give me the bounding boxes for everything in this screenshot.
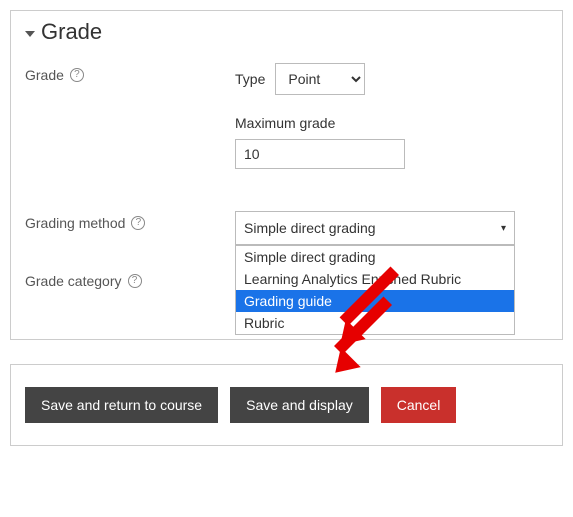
help-icon[interactable]: ? <box>70 68 84 82</box>
grade-type-label: Type <box>235 71 265 87</box>
grade-fields: Type Point Maximum grade <box>235 63 548 189</box>
chevron-down-icon: ▾ <box>501 223 506 234</box>
grade-max-label: Maximum grade <box>235 115 548 131</box>
grade-category-label: Grade category <box>25 273 122 289</box>
grading-method-option[interactable]: Learning Analytics Enriched Rubric <box>236 268 514 290</box>
save-return-button[interactable]: Save and return to course <box>25 387 218 423</box>
grading-method-select-group: Simple direct grading ▾ Simple direct gr… <box>235 211 515 245</box>
grade-type-field: Type Point <box>235 63 548 95</box>
grading-method-option[interactable]: Rubric <box>236 312 514 334</box>
grading-method-option[interactable]: Simple direct grading <box>236 246 514 268</box>
grading-method-select[interactable]: Simple direct grading ▾ <box>235 211 515 245</box>
grade-section: Grade Grade ? Type Point Maximum grade G… <box>10 10 563 340</box>
save-display-button[interactable]: Save and display <box>230 387 369 423</box>
section-title: Grade <box>41 19 102 45</box>
grading-method-label-col: Grading method ? <box>25 211 235 231</box>
grading-method-row: Grading method ? Simple direct grading ▾… <box>25 211 548 245</box>
grade-label-col: Grade ? <box>25 63 235 83</box>
grading-method-option[interactable]: Grading guide <box>236 290 514 312</box>
grade-label: Grade <box>25 67 64 83</box>
grade-max-input[interactable] <box>235 139 405 169</box>
grade-max-field: Maximum grade <box>235 115 548 169</box>
grading-method-field: Simple direct grading ▾ Simple direct gr… <box>235 211 548 245</box>
grade-category-label-col: Grade category ? <box>25 269 235 289</box>
help-icon[interactable]: ? <box>131 216 145 230</box>
grade-type-select[interactable]: Point <box>275 63 365 95</box>
help-icon[interactable]: ? <box>128 274 142 288</box>
grading-method-dropdown: Simple direct grading Learning Analytics… <box>235 245 515 335</box>
form-actions: Save and return to course Save and displ… <box>10 364 563 446</box>
grading-method-selected-text: Simple direct grading <box>244 220 376 236</box>
cancel-button[interactable]: Cancel <box>381 387 457 423</box>
caret-down-icon <box>25 31 35 37</box>
grade-row: Grade ? Type Point Maximum grade <box>25 63 548 189</box>
grading-method-label: Grading method <box>25 215 125 231</box>
section-header[interactable]: Grade <box>25 19 548 45</box>
